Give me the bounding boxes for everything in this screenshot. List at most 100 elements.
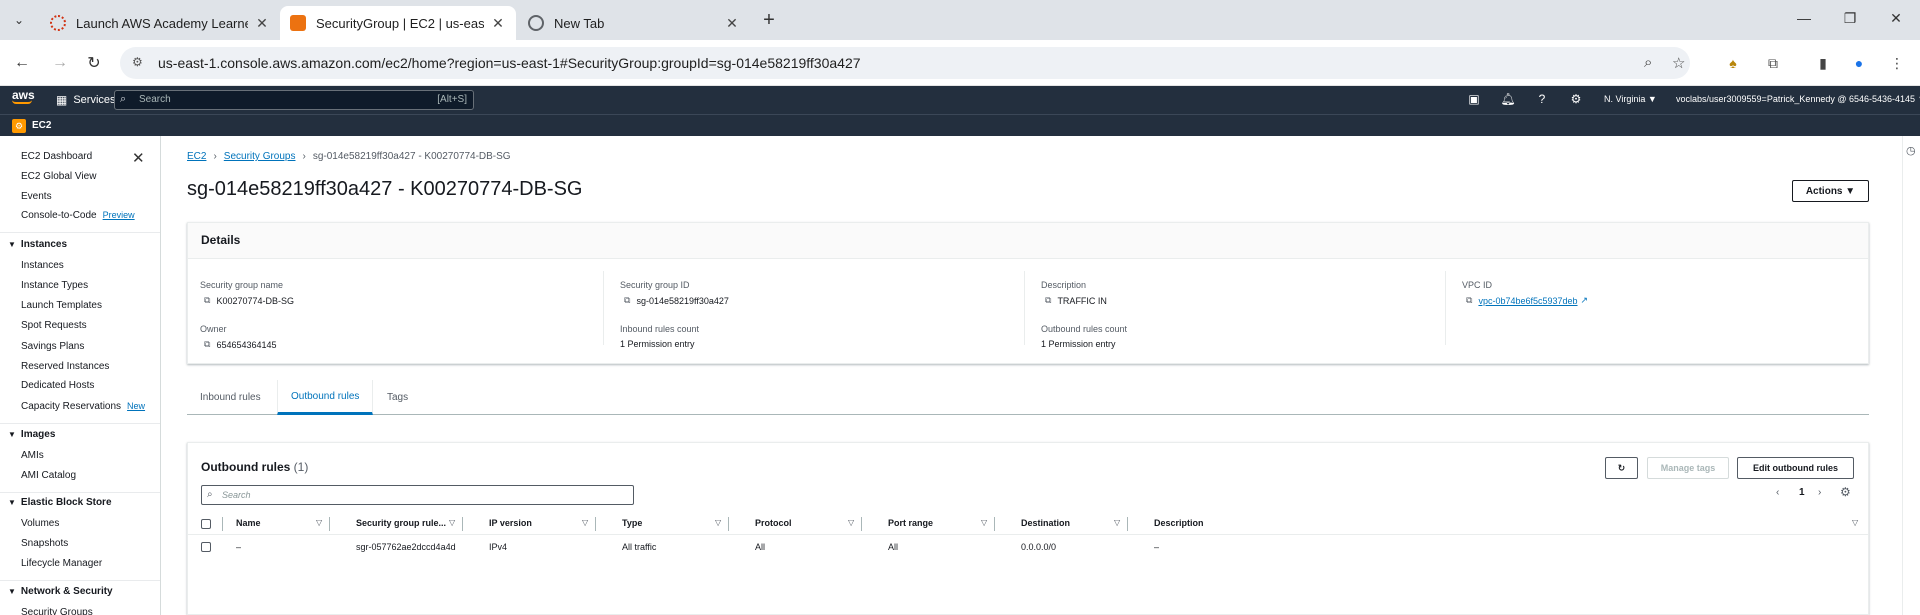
copy-icon[interactable]: ⧉ <box>204 339 210 350</box>
col-destination[interactable]: Destination <box>1021 518 1070 528</box>
nav-section-network-security[interactable]: ▼ Network & Security <box>8 586 113 597</box>
browser-tab-learner-lab[interactable]: Launch AWS Academy Learner ✕ <box>40 6 280 40</box>
sort-caret-icon[interactable]: ▽ <box>582 518 588 527</box>
col-ip-version[interactable]: IP version <box>489 518 532 528</box>
url-text[interactable]: us-east-1.console.aws.amazon.com/ec2/hom… <box>158 55 861 71</box>
col-security-group-rule[interactable]: Security group rule... <box>356 518 446 528</box>
select-all-checkbox[interactable] <box>201 519 211 529</box>
sort-caret-icon[interactable]: ▽ <box>449 518 455 527</box>
sort-caret-icon[interactable]: ▽ <box>1852 518 1858 527</box>
close-tab-icon[interactable]: ✕ <box>254 15 270 32</box>
profile-avatar-icon[interactable]: ● <box>1848 52 1870 74</box>
nav-snapshots[interactable]: Snapshots <box>21 538 68 549</box>
settings-gear-icon[interactable]: ⚙ <box>1568 92 1584 106</box>
sort-caret-icon[interactable]: ▽ <box>316 518 322 527</box>
services-menu[interactable]: ▦ Services <box>56 93 116 107</box>
table-row[interactable]: – sgr-057762ae2dccd4a4d IPv4 All traffic… <box>188 536 1868 559</box>
nav-section-instances[interactable]: ▼ Instances <box>8 239 67 250</box>
nav-instance-types[interactable]: Instance Types <box>21 280 88 291</box>
close-window-icon[interactable]: ✕ <box>1886 10 1906 27</box>
next-page-icon[interactable]: › <box>1818 487 1821 498</box>
row-checkbox[interactable] <box>201 542 211 552</box>
nav-volumes[interactable]: Volumes <box>21 518 59 529</box>
browser-menu-icon[interactable]: ⋮ <box>1886 52 1908 74</box>
help-icon[interactable]: ? <box>1534 92 1550 106</box>
column-divider[interactable] <box>329 517 330 531</box>
nav-instances[interactable]: Instances <box>21 260 64 271</box>
copy-icon[interactable]: ⧉ <box>1045 295 1051 306</box>
bookmark-star-icon[interactable]: ☆ <box>1672 54 1685 72</box>
tab-tags[interactable]: Tags <box>374 380 421 414</box>
breadcrumb-security-groups[interactable]: Security Groups <box>224 151 296 162</box>
site-info-icon[interactable]: ⚙ <box>132 55 143 69</box>
browser-tab-new-tab[interactable]: New Tab ✕ <box>518 6 750 40</box>
sort-caret-icon[interactable]: ▽ <box>848 518 854 527</box>
nav-ami-catalog[interactable]: AMI Catalog <box>21 470 76 481</box>
preview-badge[interactable]: Preview <box>103 210 135 220</box>
aws-logo[interactable]: aws <box>12 89 35 104</box>
close-tab-icon[interactable]: ✕ <box>724 15 740 32</box>
extensions-puzzle-icon[interactable]: ⧉ <box>1762 52 1784 74</box>
rules-search-input[interactable]: ⌕ Search <box>201 485 634 505</box>
edit-outbound-rules-button[interactable]: Edit outbound rules <box>1737 457 1854 479</box>
copy-icon[interactable]: ⧉ <box>624 295 630 306</box>
back-icon[interactable]: ← <box>10 51 34 75</box>
previous-page-icon[interactable]: ‹ <box>1776 487 1779 498</box>
ec2-service-link[interactable]: EC2 <box>32 120 51 131</box>
nav-ec2-global-view[interactable]: EC2 Global View <box>21 171 96 182</box>
nav-savings-plans[interactable]: Savings Plans <box>21 341 84 352</box>
account-menu[interactable]: voclabs/user3009559=Patrick_Kennedy @ 65… <box>1676 94 1920 104</box>
extension-icon[interactable]: ♠ <box>1722 52 1744 74</box>
tab-inbound-rules[interactable]: Inbound rules <box>187 380 274 414</box>
column-divider[interactable] <box>462 517 463 531</box>
col-type[interactable]: Type <box>622 518 642 528</box>
nav-dedicated-hosts[interactable]: Dedicated Hosts <box>21 380 94 391</box>
column-divider[interactable] <box>595 517 596 531</box>
column-divider[interactable] <box>728 517 729 531</box>
copy-icon[interactable]: ⧉ <box>1466 295 1472 306</box>
column-divider[interactable] <box>861 517 862 531</box>
nav-console-to-code[interactable]: Console-to-Code Preview <box>21 210 135 221</box>
nav-amis[interactable]: AMIs <box>21 450 44 461</box>
region-selector[interactable]: N. Virginia ▼ <box>1604 94 1657 104</box>
actions-dropdown-button[interactable]: Actions ▼ <box>1792 180 1869 202</box>
side-panel-icon[interactable]: ▮ <box>1812 52 1834 74</box>
manage-tags-button[interactable]: Manage tags <box>1647 457 1729 479</box>
new-tab-button[interactable]: + <box>758 9 780 32</box>
minimize-icon[interactable]: — <box>1794 10 1814 26</box>
nav-section-images[interactable]: ▼ Images <box>8 429 55 440</box>
nav-reserved-instances[interactable]: Reserved Instances <box>21 361 109 372</box>
reload-icon[interactable]: ↻ <box>82 51 106 75</box>
nav-security-groups[interactable]: Security Groups <box>21 607 93 615</box>
page-number[interactable]: 1 <box>1799 487 1805 498</box>
refresh-button[interactable]: ↻ <box>1605 457 1638 479</box>
sort-caret-icon[interactable]: ▽ <box>981 518 987 527</box>
nav-capacity-reservations[interactable]: Capacity Reservations New <box>21 401 145 412</box>
zoom-icon[interactable]: ⌕ <box>1644 54 1652 71</box>
nav-launch-templates[interactable]: Launch Templates <box>21 300 102 311</box>
col-description[interactable]: Description <box>1154 518 1204 528</box>
copy-icon[interactable]: ⧉ <box>204 295 210 306</box>
column-divider[interactable] <box>994 517 995 531</box>
info-panel-icon[interactable]: ◷ <box>1906 144 1916 157</box>
new-badge[interactable]: New <box>127 401 145 411</box>
sort-caret-icon[interactable]: ▽ <box>715 518 721 527</box>
nav-lifecycle-manager[interactable]: Lifecycle Manager <box>21 558 102 569</box>
breadcrumb-ec2[interactable]: EC2 <box>187 151 206 162</box>
vpc-id-link[interactable]: vpc-0b74be6f5c5937deb <box>1478 296 1577 306</box>
aws-search-input[interactable]: ⌕ Search [Alt+S] <box>114 90 474 110</box>
nav-spot-requests[interactable]: Spot Requests <box>21 320 87 331</box>
col-protocol[interactable]: Protocol <box>755 518 792 528</box>
nav-events[interactable]: Events <box>21 191 52 202</box>
col-name[interactable]: Name <box>236 518 261 528</box>
external-link-icon[interactable]: ↗ <box>1581 295 1589 306</box>
nav-section-elastic-block-store[interactable]: ▼ Elastic Block Store <box>8 497 112 508</box>
restore-icon[interactable]: ❐ <box>1840 10 1860 27</box>
forward-icon[interactable]: → <box>48 51 72 75</box>
address-bar[interactable]: ⚙ us-east-1.console.aws.amazon.com/ec2/h… <box>120 47 1690 79</box>
nav-ec2-dashboard[interactable]: EC2 Dashboard <box>21 151 92 162</box>
browser-tab-security-group[interactable]: SecurityGroup | EC2 | us-east-1 ✕ <box>280 6 516 40</box>
close-navigation-icon[interactable]: ✕ <box>132 149 145 167</box>
close-tab-icon[interactable]: ✕ <box>490 15 506 32</box>
notifications-bell-icon[interactable]: 🔔︎ <box>1500 92 1516 106</box>
